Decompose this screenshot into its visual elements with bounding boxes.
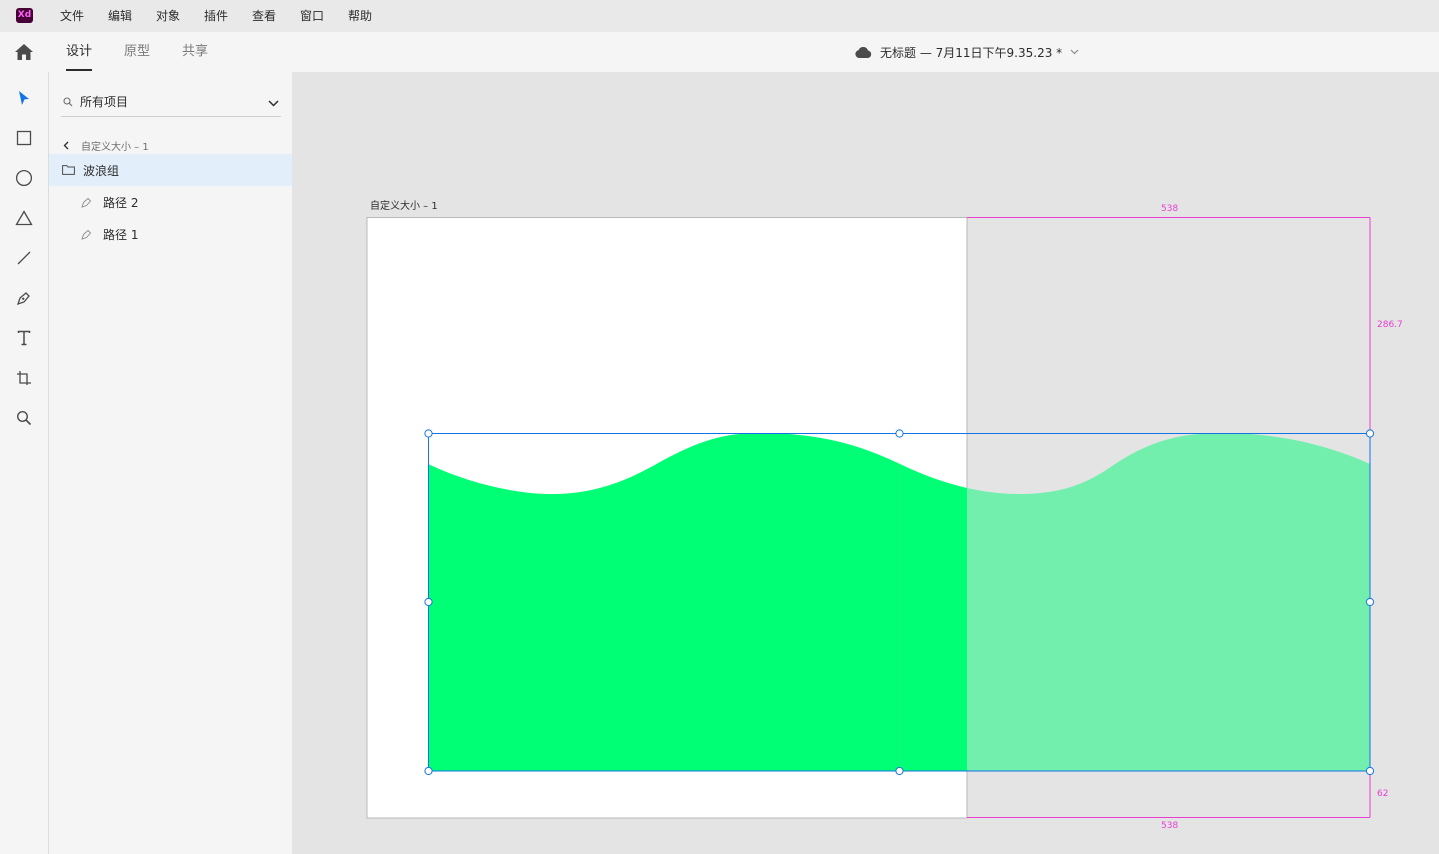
chevron-down-icon[interactable] (1070, 49, 1079, 55)
tab-design[interactable]: 设计 (66, 44, 92, 60)
measure-label-bottom: 538 (1161, 821, 1179, 831)
select-tool-icon[interactable] (12, 86, 36, 110)
breadcrumb-label: 自定义大小 – 1 (81, 142, 149, 153)
menu-object[interactable]: 对象 (156, 9, 180, 23)
tab-prototype[interactable]: 原型 (124, 44, 150, 60)
polygon-tool-icon[interactable] (12, 206, 36, 230)
folder-icon (62, 165, 75, 175)
layer-label: 波浪组 (83, 164, 120, 178)
tool-bar (0, 72, 49, 854)
artboard-tool-icon[interactable] (12, 366, 36, 390)
measure-label-bottom-right: 62 (1377, 789, 1389, 799)
layer-item-path-1[interactable]: 路径 1 (49, 218, 292, 250)
xd-logo-icon: Xd (16, 8, 33, 23)
pen-tool-icon[interactable] (12, 286, 36, 310)
layer-label: 路径 1 (103, 228, 139, 242)
selection-box (428, 433, 1371, 772)
active-tab-indicator (66, 69, 92, 71)
wave-path-outside[interactable] (428, 433, 1370, 771)
menu-help[interactable]: 帮助 (348, 9, 372, 23)
layer-item-path-2[interactable]: 路径 2 (49, 186, 292, 218)
text-tool-icon[interactable] (12, 326, 36, 350)
menu-view[interactable]: 查看 (252, 9, 276, 23)
chevron-down-icon[interactable] (268, 100, 279, 107)
home-icon[interactable] (14, 43, 34, 61)
cloud-icon (855, 46, 872, 58)
zoom-tool-icon[interactable] (12, 406, 36, 430)
breadcrumb[interactable]: 自定义大小 – 1 (63, 138, 149, 153)
pen-path-icon (81, 229, 92, 240)
menu-edit[interactable]: 编辑 (108, 9, 132, 23)
layers-panel: 所有项目 自定义大小 – 1 波浪组 路径 2 路径 1 (49, 72, 292, 854)
document-title-text: 无标题 — 7月11日下午9.35.23 * (880, 45, 1063, 60)
menu-plugins[interactable]: 插件 (204, 9, 228, 23)
measurement-guides (967, 217, 1371, 818)
tab-share[interactable]: 共享 (182, 44, 208, 60)
menu-window[interactable]: 窗口 (300, 9, 324, 23)
chevron-left-icon[interactable] (63, 141, 69, 150)
layer-label: 路径 2 (103, 196, 139, 210)
menu-bar: Xd 文件 编辑 对象 插件 查看 窗口 帮助 (0, 0, 1439, 32)
header-bar: 设计 原型 共享 无标题 — 7月11日下午9.35.23 * (0, 32, 1439, 72)
pen-path-icon (81, 197, 92, 208)
rectangle-tool-icon[interactable] (12, 126, 36, 150)
menu-file[interactable]: 文件 (60, 9, 84, 23)
layer-item-group[interactable]: 波浪组 (49, 154, 292, 186)
wave-path-inside[interactable] (428, 433, 1370, 771)
layers-search-field[interactable]: 所有项目 (61, 90, 281, 117)
artboard[interactable] (366, 217, 968, 819)
layers-filter-label: 所有项目 (80, 95, 129, 109)
artboard-title[interactable]: 自定义大小 – 1 (370, 197, 438, 212)
document-title[interactable]: 无标题 — 7月11日下午9.35.23 * (855, 44, 1079, 60)
line-tool-icon[interactable] (12, 246, 36, 270)
measure-label-top: 538 (1161, 204, 1179, 214)
ellipse-tool-icon[interactable] (12, 166, 36, 190)
selection-handles[interactable] (424, 429, 1375, 776)
search-icon (63, 97, 73, 107)
measure-label-right: 286.7 (1377, 320, 1403, 330)
